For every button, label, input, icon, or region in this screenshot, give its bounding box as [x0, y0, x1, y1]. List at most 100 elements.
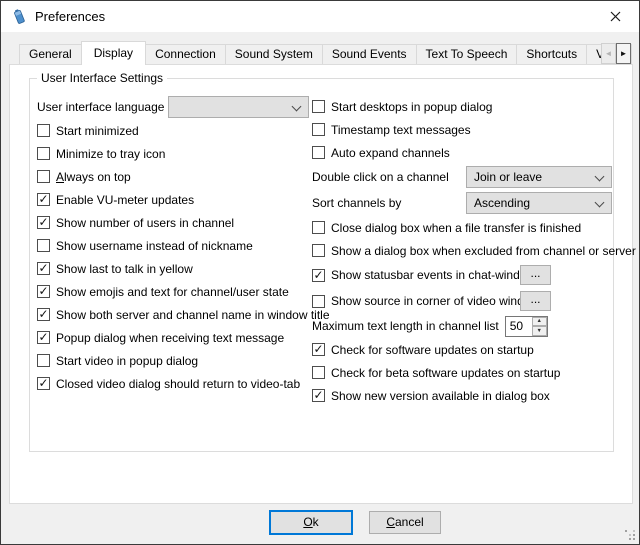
- checkbox-row-start-video-in-popup-dialog[interactable]: Start video in popup dialog: [37, 349, 309, 372]
- show-statusbar-events-in-chat-window-more-button[interactable]: ...: [520, 265, 551, 285]
- checkbox-start-video-in-popup-dialog[interactable]: [37, 354, 50, 367]
- chevron-down-icon: [292, 103, 301, 112]
- checkbox-label: Close dialog box when a file transfer is…: [331, 221, 581, 235]
- dropdown-sort-channels-by[interactable]: Ascending: [466, 192, 612, 214]
- group-user-interface-settings: User Interface Settings User interface l…: [29, 78, 614, 452]
- checkbox-label: Start video in popup dialog: [56, 354, 198, 368]
- checkbox-row-minimize-to-tray-icon[interactable]: Minimize to tray icon: [37, 142, 309, 165]
- tab-sound-system[interactable]: Sound System: [225, 44, 323, 64]
- checkbox-row-check-for-software-updates-on-startup[interactable]: ✓Check for software updates on startup: [312, 338, 612, 361]
- show-source-in-corner-of-video-window-more-button[interactable]: ...: [520, 291, 551, 311]
- app-icon: [10, 8, 28, 26]
- tab-display[interactable]: Display: [81, 41, 146, 65]
- footer: Ok Cancel: [1, 502, 639, 544]
- checkbox-check-for-beta-software-updates-on-startup[interactable]: [312, 366, 325, 379]
- checkbox-row-closed-video-dialog-should-return-to-video-tab[interactable]: ✓Closed video dialog should return to vi…: [37, 372, 309, 395]
- checkbox-show-source-in-corner-of-video-window[interactable]: [312, 295, 325, 308]
- chevron-left-icon: ◄: [605, 49, 613, 58]
- titlebar: Preferences: [1, 1, 639, 32]
- ok-button[interactable]: Ok: [269, 510, 353, 535]
- checkbox-close-dialog-box-when-a-file-transfer-is-finished[interactable]: [312, 221, 325, 234]
- checkbox-label: Show source in corner of video window: [331, 294, 539, 308]
- checkbox-show-statusbar-events-in-chat-window[interactable]: ✓: [312, 269, 325, 282]
- checkbox-row-show-both-server-and-channel-name-in-window-title[interactable]: ✓Show both server and channel name in wi…: [37, 303, 309, 326]
- checkbox-row-check-for-beta-software-updates-on-startup[interactable]: Check for beta software updates on start…: [312, 361, 612, 384]
- checkbox-show-a-dialog-box-when-excluded-from-channel-or-server[interactable]: [312, 244, 325, 257]
- tab-general[interactable]: General: [19, 44, 82, 64]
- checkbox-show-last-to-talk-in-yellow[interactable]: ✓: [37, 262, 50, 275]
- checkbox-minimize-to-tray-icon[interactable]: [37, 147, 50, 160]
- checkbox-row-show-new-version-available-in-dialog-box[interactable]: ✓Show new version available in dialog bo…: [312, 384, 612, 407]
- field-label: Maximum text length in channel list: [312, 319, 499, 333]
- tab-scroll-left-button[interactable]: ◄: [601, 43, 616, 64]
- checkbox-row-start-desktops-in-popup-dialog[interactable]: Start desktops in popup dialog: [312, 95, 612, 118]
- checkbox-label: Show a dialog box when excluded from cha…: [331, 244, 636, 258]
- language-row: User interface language: [37, 95, 309, 119]
- checkbox-show-number-of-users-in-channel[interactable]: ✓: [37, 216, 50, 229]
- checkbox-row-show-a-dialog-box-when-excluded-from-channel-or-server[interactable]: Show a dialog box when excluded from cha…: [312, 239, 612, 262]
- checkbox-row-show-emojis-and-text-for-channel-user-state[interactable]: ✓ Show emojis and text for channel/user s…: [37, 280, 309, 303]
- checkbox-label: Popup dialog when receiving text message: [56, 331, 284, 345]
- field-row-double-click-on-a-channel: Double click on a channel Join or leave: [312, 164, 612, 190]
- checkbox-label: Show both server and channel name in win…: [56, 308, 330, 322]
- chevron-right-icon: ►: [620, 49, 628, 58]
- checkbox-row-popup-dialog-when-receiving-text-message[interactable]: ✓ Popup dialog when receiving text messag…: [37, 326, 309, 349]
- checkbox-label: Start minimized: [56, 124, 139, 138]
- checkbox-label: Show last to talk in yellow: [56, 262, 193, 276]
- checkbox-row-always-on-top[interactable]: Always on top: [37, 165, 309, 188]
- tab-bar: GeneralDisplayConnectionSound SystemSoun…: [9, 41, 631, 64]
- tab-scroll-right-button[interactable]: ►: [616, 43, 631, 64]
- spinner-up-button[interactable]: ▲: [532, 317, 547, 327]
- window-title: Preferences: [35, 9, 105, 24]
- language-dropdown[interactable]: [168, 96, 309, 118]
- checkbox-row-show-number-of-users-in-channel[interactable]: ✓Show number of users in channel: [37, 211, 309, 234]
- checkbox-enable-vu-meter-updates[interactable]: ✓: [37, 193, 50, 206]
- checkbox-label: Always on top: [56, 170, 131, 184]
- close-button[interactable]: [595, 1, 635, 32]
- tab-sound-events[interactable]: Sound Events: [322, 44, 417, 64]
- field-label: Sort channels by: [312, 196, 466, 210]
- cancel-button[interactable]: Cancel: [369, 511, 441, 534]
- resize-grip[interactable]: [624, 529, 636, 541]
- checkbox-row-timestamp-text-messages[interactable]: Timestamp text messages: [312, 118, 612, 141]
- field-row-sort-channels-by: Sort channels byAscending: [312, 190, 612, 216]
- checkbox-row-show-last-to-talk-in-yellow[interactable]: ✓ Show last to talk in yellow: [37, 257, 309, 280]
- checkbox-show-new-version-available-in-dialog-box[interactable]: ✓: [312, 389, 325, 402]
- field-label: Double click on a channel: [312, 170, 466, 184]
- checkbox-row-show-source-in-corner-of-video-window[interactable]: Show source in corner of video window...: [312, 288, 612, 314]
- preferences-dialog: Preferences GeneralDisplayConnectionSoun…: [0, 0, 640, 545]
- spinner-down-button[interactable]: ▼: [532, 326, 547, 336]
- tab-text-to-speech[interactable]: Text To Speech: [416, 44, 518, 64]
- spinner-value: 50: [506, 317, 532, 336]
- checkbox-row-show-statusbar-events-in-chat-window[interactable]: ✓Show statusbar events in chat-window...: [312, 262, 612, 288]
- chevron-down-icon: [595, 199, 604, 208]
- left-column: User interface language Start minimized M…: [37, 95, 309, 395]
- right-column: Start desktops in popup dialogTimestamp …: [312, 95, 612, 407]
- checkbox-row-start-minimized[interactable]: Start minimized: [37, 119, 309, 142]
- field-row-maximum-text-length-in-channel-list: Maximum text length in channel list 50▲▼: [312, 314, 612, 338]
- checkbox-timestamp-text-messages[interactable]: [312, 123, 325, 136]
- tab-shortcuts[interactable]: Shortcuts: [516, 44, 587, 64]
- chevron-down-icon: [595, 173, 604, 182]
- checkbox-auto-expand-channels[interactable]: [312, 146, 325, 159]
- checkbox-row-close-dialog-box-when-a-file-transfer-is-finished[interactable]: Close dialog box when a file transfer is…: [312, 216, 612, 239]
- checkbox-show-emojis-and-text-for-channel-user-state[interactable]: ✓: [37, 285, 50, 298]
- checkbox-label: Show emojis and text for channel/user st…: [56, 285, 289, 299]
- tab-scroll-buttons: ◄ ►: [601, 43, 631, 64]
- dropdown-double-click-on-a-channel[interactable]: Join or leave: [466, 166, 612, 188]
- checkbox-row-auto-expand-channels[interactable]: Auto expand channels: [312, 141, 612, 164]
- checkbox-show-username-instead-of-nickname[interactable]: [37, 239, 50, 252]
- checkbox-check-for-software-updates-on-startup[interactable]: ✓: [312, 343, 325, 356]
- checkbox-row-show-username-instead-of-nickname[interactable]: Show username instead of nickname: [37, 234, 309, 257]
- max-text-length-spinner[interactable]: 50▲▼: [505, 316, 548, 337]
- checkbox-closed-video-dialog-should-return-to-video-tab[interactable]: ✓: [37, 377, 50, 390]
- checkbox-start-minimized[interactable]: [37, 124, 50, 137]
- checkbox-start-desktops-in-popup-dialog[interactable]: [312, 100, 325, 113]
- checkbox-row-enable-vu-meter-updates[interactable]: ✓Enable VU-meter updates: [37, 188, 309, 211]
- ok-button-label: Ok: [271, 512, 351, 533]
- dropdown-value: Join or leave: [474, 170, 589, 184]
- checkbox-popup-dialog-when-receiving-text-message[interactable]: ✓: [37, 331, 50, 344]
- tab-connection[interactable]: Connection: [145, 44, 226, 64]
- checkbox-always-on-top[interactable]: [37, 170, 50, 183]
- checkbox-show-both-server-and-channel-name-in-window-title[interactable]: ✓: [37, 308, 50, 321]
